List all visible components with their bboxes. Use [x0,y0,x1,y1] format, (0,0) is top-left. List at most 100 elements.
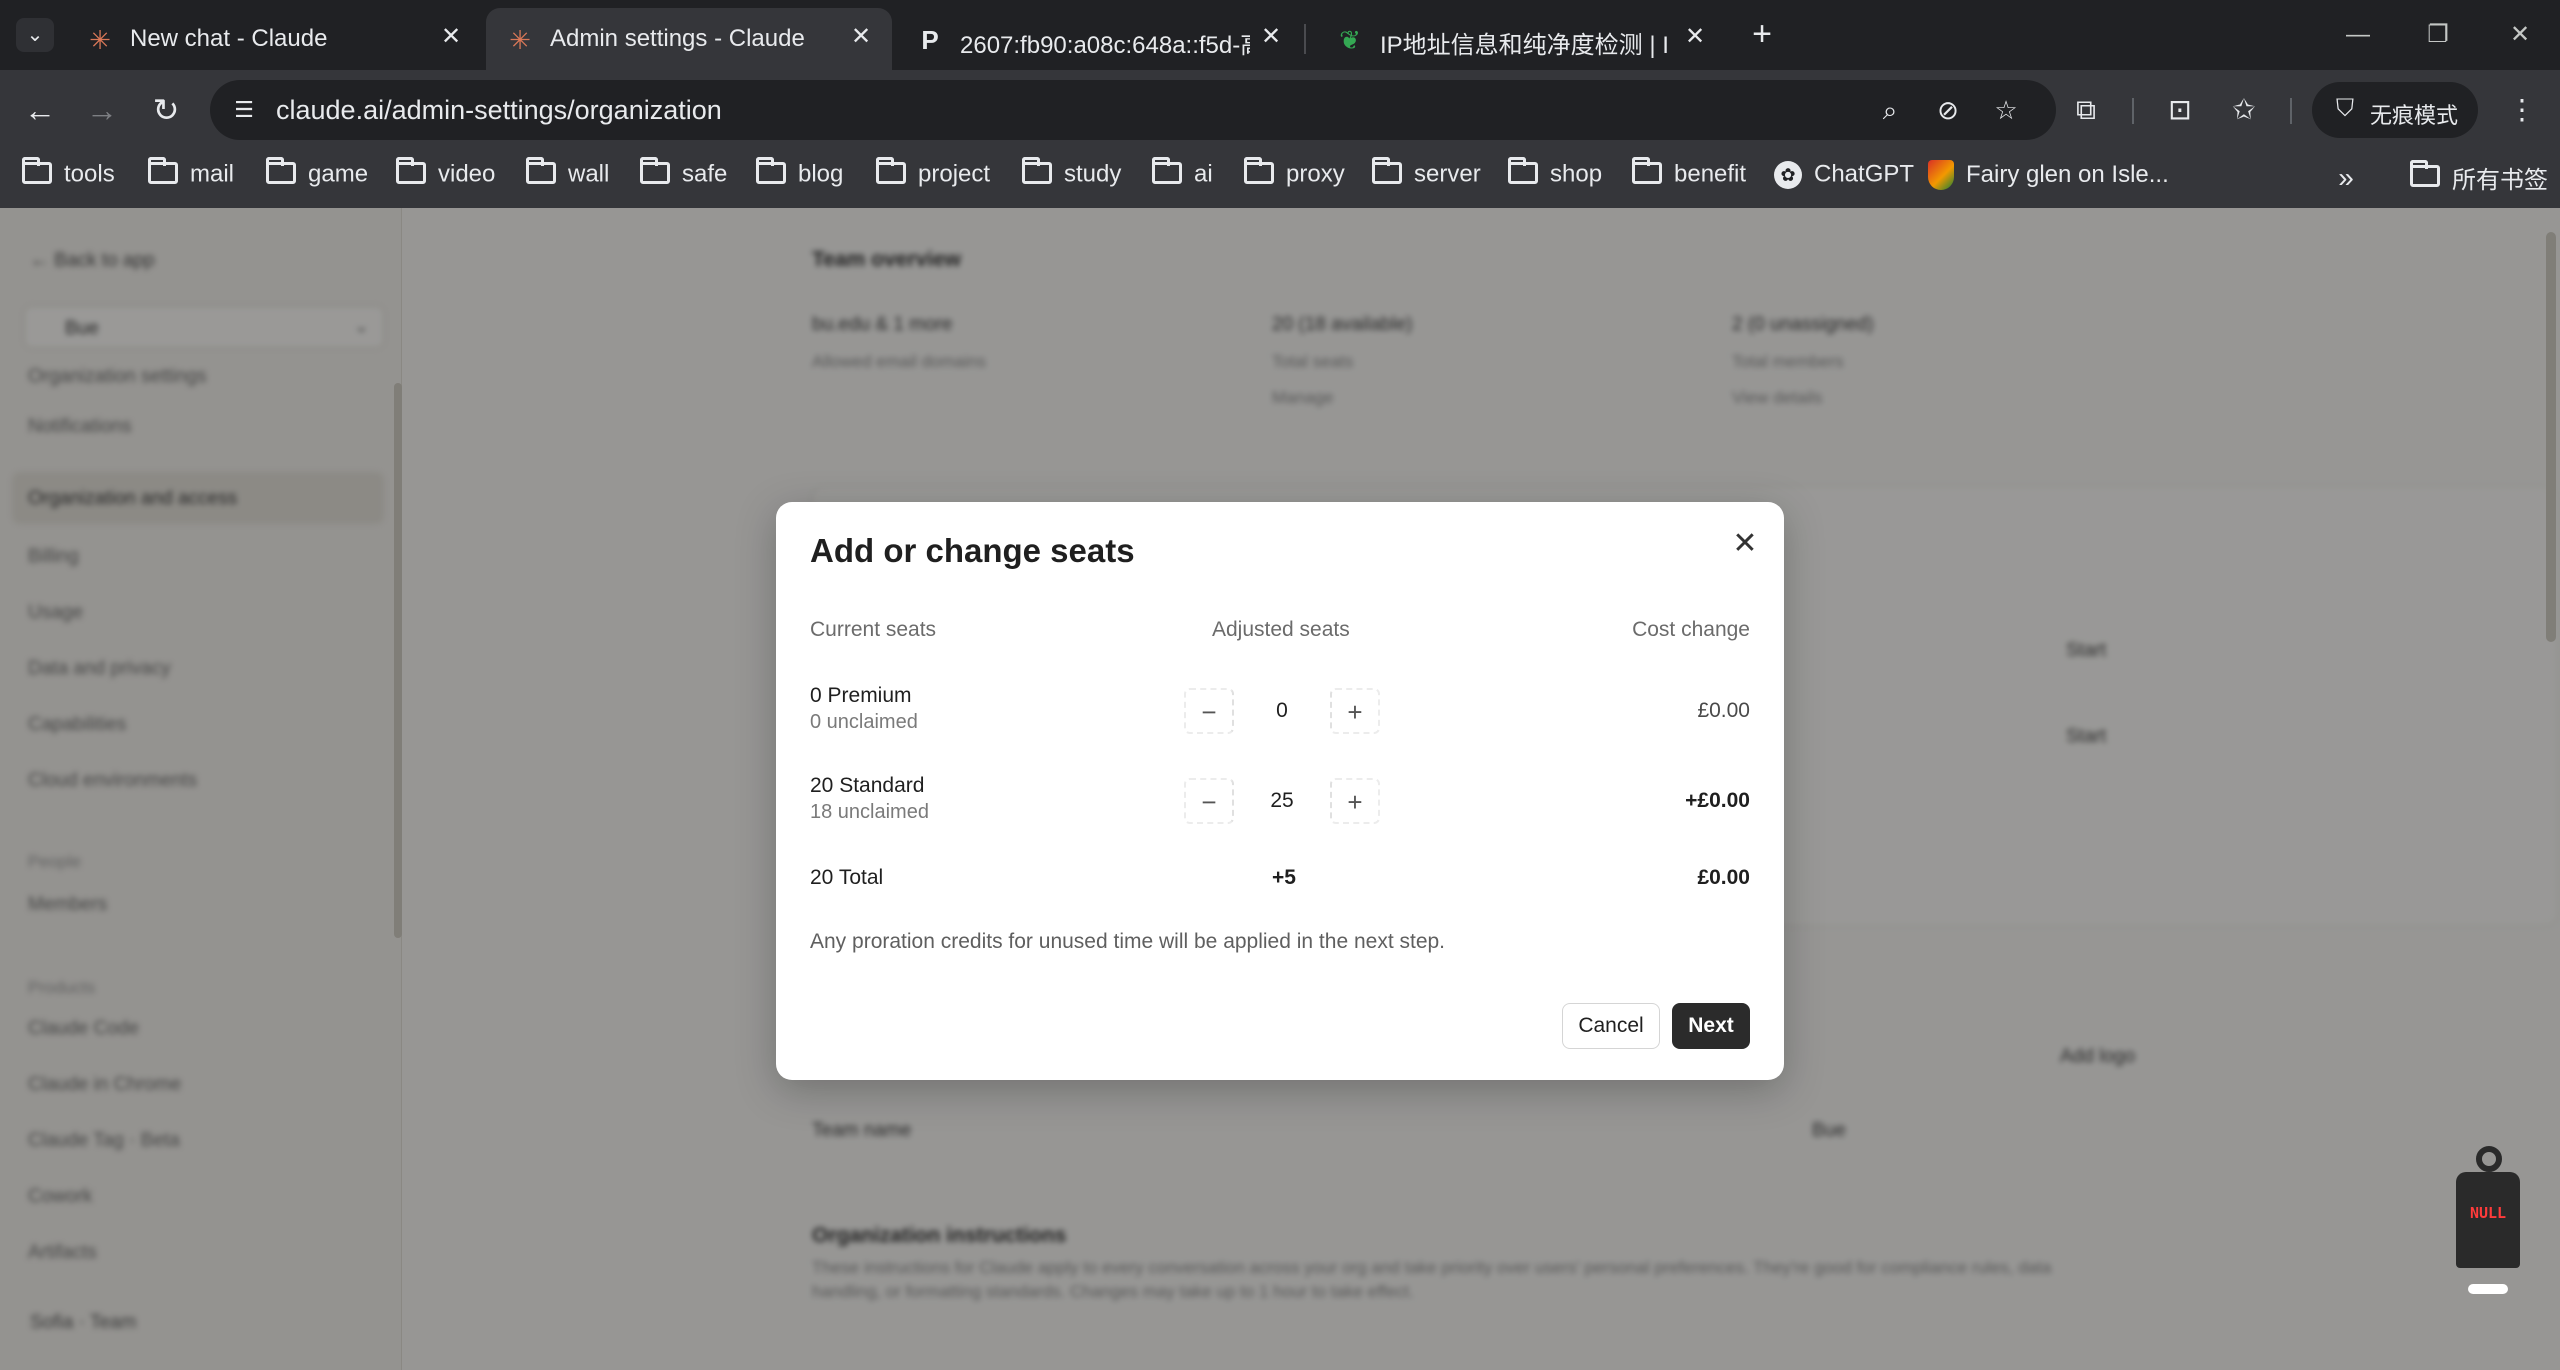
folder-icon [526,156,556,184]
total-seats-label: 20 Total [810,866,884,889]
tab-separator [1304,24,1306,54]
folder-icon [1632,156,1662,184]
folder-icon [1152,156,1182,184]
premium-seats-stepper: − 0 + [1184,688,1380,734]
all-bookmarks[interactable]: 所有书签 [2410,159,2548,196]
folder-icon [266,156,296,184]
folder-icon [22,156,52,184]
tab-admin-settings[interactable]: ✳ Admin settings - Claude ✕ [486,8,892,70]
bookmark-benefit[interactable]: benefit [1632,156,1746,196]
folder-icon [396,156,426,184]
back-button[interactable]: ← [18,88,62,132]
leaf-icon: ❦ [1339,25,1361,55]
zoom-icon[interactable]: ⌕ [1872,92,1908,128]
premium-seats-value[interactable]: 0 [1234,699,1330,723]
site-info-icon[interactable]: ☰ [228,94,260,126]
incognito-label: 无痕模式 [2370,103,2459,128]
chatgpt-icon: ✿ [1774,160,1802,189]
reload-button[interactable]: ↻ [144,88,188,132]
tab-ippure[interactable]: ❦ IP地址信息和纯净度检测 | IPPu ✕ [1316,8,1726,70]
folder-icon [148,156,178,184]
bookmark-ai[interactable]: ai [1152,156,1213,196]
extensions-icon[interactable]: ⧉ [2066,90,2106,130]
bookmark-star-icon[interactable]: ☆ [1988,92,2024,128]
add-change-seats-dialog: Add or change seats ✕ Current seats Adju… [776,502,1784,1080]
folder-icon [1022,156,1052,184]
bookmark-safe[interactable]: safe [640,156,727,196]
increment-button[interactable]: + [1330,778,1380,824]
folder-icon [876,156,906,184]
decrement-button[interactable]: − [1184,688,1234,734]
folder-icon [2410,159,2440,187]
toolbar: ← → ↻ ☰ claude.ai/admin-settings/organiz… [0,70,2560,150]
bookmarks-bar: tools mail game video wall safe blog pro… [0,150,2560,208]
folder-icon [1508,156,1538,184]
tab-search-button[interactable]: ⌄ [16,18,54,52]
null-mascot[interactable]: NULL [2452,1146,2524,1296]
claude-icon: ✳ [509,25,531,55]
bookmark-video[interactable]: video [396,156,495,196]
browser-chrome: ⌄ ✳ New chat - Claude ✕ ✳ Admin settings… [0,0,2560,208]
favorites-icon[interactable]: ✩ [2224,90,2264,130]
premium-unclaimed: 0 unclaimed [810,711,918,733]
standard-seats-label: 20 Standard [810,774,925,797]
bookmark-tools[interactable]: tools [22,156,115,196]
bookmark-study[interactable]: study [1022,156,1121,196]
incognito-icon: ⛉ [2336,95,2354,122]
bookmark-proxy[interactable]: proxy [1244,156,1345,196]
standard-seats-value[interactable]: 25 [1234,789,1330,813]
increment-button[interactable]: + [1330,688,1380,734]
tracking-protection-icon[interactable]: ⊘ [1930,92,1966,128]
close-tab-icon[interactable]: ✕ [1256,22,1286,52]
folder-icon [1372,156,1402,184]
more-bookmarks-icon[interactable]: » [2326,160,2366,196]
close-tab-icon[interactable]: ✕ [846,22,876,52]
bookmark-blog[interactable]: blog [756,156,843,196]
bookmark-wall[interactable]: wall [526,156,609,196]
column-adjusted-seats: Adjusted seats [1212,618,1350,641]
folder-icon [640,156,670,184]
toolbar-separator [2132,98,2134,124]
shield-icon [1928,160,1954,190]
menu-icon[interactable]: ⋮ [2502,90,2542,130]
close-tab-icon[interactable]: ✕ [1680,22,1710,52]
tab-ip-address[interactable]: P 2607:fb90:a08c:648a::f5d-高 ✕ [896,8,1302,70]
standard-seats-stepper: − 25 + [1184,778,1380,824]
premium-cost-change: £0.00 [1697,699,1750,722]
bookmark-mail[interactable]: mail [148,156,234,196]
dialog-title: Add or change seats [810,532,1135,569]
window-close-button[interactable]: ✕ [2500,18,2540,52]
cancel-button[interactable]: Cancel [1562,1003,1660,1049]
total-cost-change: £0.00 [1697,866,1750,889]
premium-seats-label: 0 Premium [810,684,912,707]
tab-title: New chat - Claude [130,25,328,52]
tab-new-chat[interactable]: ✳ New chat - Claude ✕ [66,8,482,70]
screenshot-icon[interactable]: ⊡ [2160,90,2200,130]
bookmark-server[interactable]: server [1372,156,1481,196]
bookmark-game[interactable]: game [266,156,368,196]
mascot-base [2468,1284,2508,1294]
decrement-button[interactable]: − [1184,778,1234,824]
column-cost-change: Cost change [1632,618,1750,641]
forward-button[interactable]: → [80,88,124,132]
bookmark-project[interactable]: project [876,156,990,196]
tab-strip: ⌄ ✳ New chat - Claude ✕ ✳ Admin settings… [0,0,2560,70]
incognito-badge[interactable]: ⛉ 无痕模式 [2312,82,2478,138]
proration-note: Any proration credits for unused time wi… [810,930,1446,953]
close-icon[interactable]: ✕ [1725,524,1765,564]
tab-title: 2607:fb90:a08c:648a::f5d-高 [960,32,1250,59]
folder-icon [1244,156,1274,184]
close-tab-icon[interactable]: ✕ [436,22,466,52]
bookmark-chatgpt[interactable]: ✿ ChatGPT [1774,160,1914,196]
bookmark-shop[interactable]: shop [1508,156,1602,196]
p-icon: P [921,25,939,55]
tab-title: Admin settings - Claude [550,25,805,52]
new-tab-button[interactable]: + [1744,16,1780,52]
tab-title: IP地址信息和纯净度检测 | IPPu [1380,32,1670,59]
folder-icon [756,156,786,184]
restore-button[interactable]: ❐ [2418,18,2458,52]
address-bar[interactable]: ☰ claude.ai/admin-settings/organization … [210,80,2056,140]
next-button[interactable]: Next [1672,1003,1750,1049]
minimize-button[interactable]: — [2338,18,2378,52]
bookmark-fairy-glen[interactable]: Fairy glen on Isle... [1928,160,2169,196]
